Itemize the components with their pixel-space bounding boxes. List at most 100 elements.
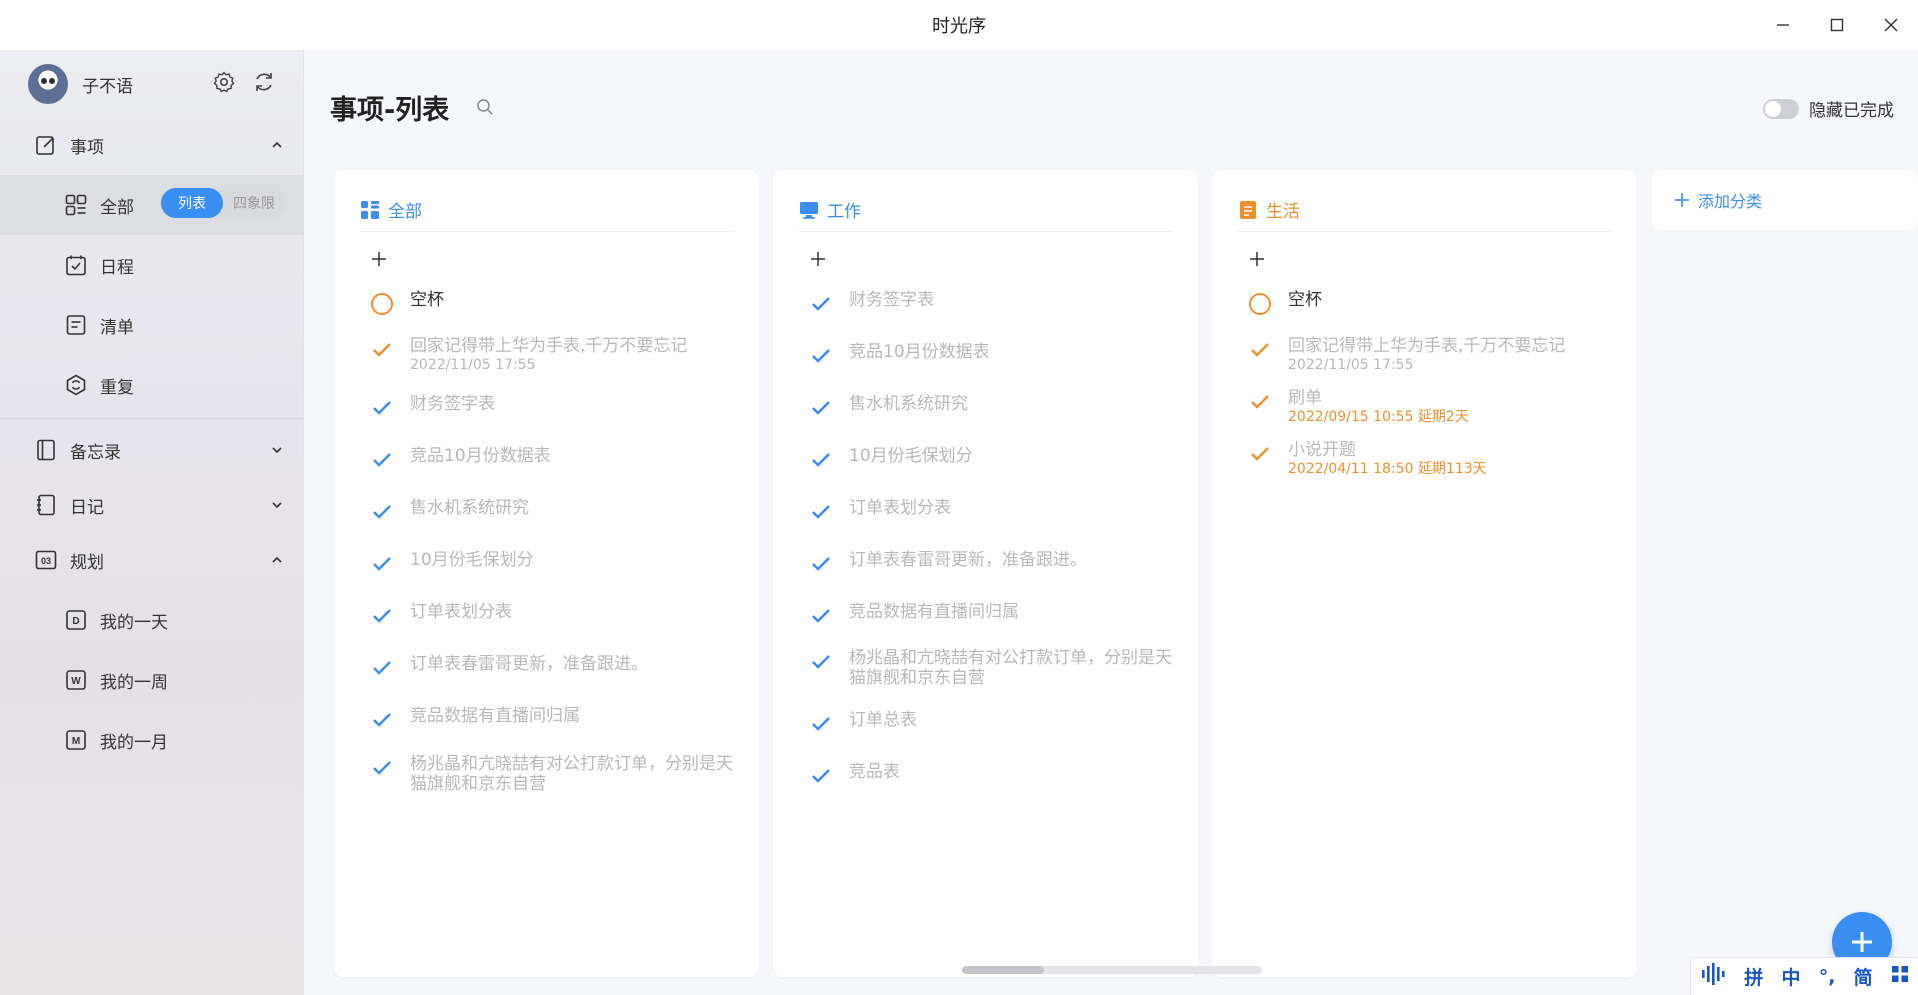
task-item[interactable]: 回家记得带上华为手表,千万不要忘记 2022/11/05 17:55 <box>1248 336 1618 374</box>
task-item[interactable]: 订单表春雷哥更新，准备跟进。 <box>809 550 1179 576</box>
avatar[interactable] <box>28 64 68 104</box>
task-item[interactable]: 竞品表 <box>809 762 1179 788</box>
hide-completed: 隐藏已完成 <box>1763 96 1894 121</box>
task-item[interactable]: 10月份毛保划分 <box>809 446 1179 472</box>
task-item[interactable]: 财务签字表 <box>809 290 1179 316</box>
task-item[interactable]: 10月份毛保划分 <box>370 550 740 576</box>
check-blue-icon[interactable] <box>809 448 833 472</box>
check-blue-icon[interactable] <box>809 764 833 788</box>
check-blue-icon[interactable] <box>809 712 833 736</box>
task-item[interactable]: 订单总表 <box>809 710 1179 736</box>
ime-punctuation[interactable]: °, <box>1819 966 1836 988</box>
planning-03-icon: 03 <box>34 548 58 572</box>
check-blue-icon[interactable] <box>370 756 394 780</box>
task-item[interactable]: 财务签字表 <box>370 394 740 420</box>
task-title: 空杯 <box>410 290 444 310</box>
nav-matters[interactable]: 事项 <box>0 115 304 175</box>
nav-my-month[interactable]: M 我的一月 <box>0 710 304 770</box>
check-orange-icon[interactable] <box>370 338 394 362</box>
nav-all[interactable]: 全部 列表 四象限 <box>0 175 304 235</box>
task-item[interactable]: 杨兆晶和亢晓喆有对公打款订单，分别是天猫旗舰和京东自营 <box>370 754 740 794</box>
checkbox-empty-icon[interactable] <box>370 292 394 316</box>
nav-my-month-label: 我的一月 <box>100 732 168 753</box>
close-button[interactable] <box>1864 0 1918 50</box>
ime-chinese[interactable]: 中 <box>1782 963 1801 990</box>
task-item[interactable]: 刷单 2022/09/15 10:55 延期2天 <box>1248 388 1618 426</box>
task-item[interactable]: 竞品10月份数据表 <box>370 446 740 472</box>
check-blue-icon[interactable] <box>370 552 394 576</box>
svg-text:W: W <box>71 676 81 687</box>
title-bar: 时光序 <box>0 0 1918 50</box>
profile-actions <box>212 70 276 99</box>
sync-button[interactable] <box>252 70 276 99</box>
add-category-label: 添加分类 <box>1698 192 1763 211</box>
check-blue-icon[interactable] <box>809 604 833 628</box>
check-blue-icon[interactable] <box>370 604 394 628</box>
document-icon <box>1240 200 1256 219</box>
nav-my-day[interactable]: D 我的一天 <box>0 590 304 650</box>
maximize-button[interactable] <box>1810 0 1864 50</box>
check-blue-icon[interactable] <box>370 448 394 472</box>
check-blue-icon[interactable] <box>370 500 394 524</box>
divider <box>0 418 304 419</box>
task-title: 竞品表 <box>849 762 900 782</box>
task-item[interactable]: 竞品10月份数据表 <box>809 342 1179 368</box>
nav-my-week[interactable]: W 我的一周 <box>0 650 304 710</box>
check-blue-icon[interactable] <box>809 552 833 576</box>
task-title: 回家记得带上华为手表,千万不要忘记 <box>410 336 688 356</box>
checkbox-empty-icon[interactable] <box>1248 292 1272 316</box>
check-blue-icon[interactable] <box>809 344 833 368</box>
search-icon[interactable] <box>476 98 494 116</box>
nav-schedule[interactable]: 日程 <box>0 235 304 295</box>
check-orange-icon[interactable] <box>1248 390 1272 414</box>
horizontal-scrollbar[interactable] <box>962 966 1262 974</box>
add-task-button[interactable] <box>370 250 394 274</box>
task-item[interactable]: 小说开题 2022/04/11 18:50 延期113天 <box>1248 440 1618 478</box>
ime-simplified[interactable]: 简 <box>1854 963 1873 990</box>
add-task-button[interactable] <box>809 250 833 274</box>
view-quadrant-tab[interactable]: 四象限 <box>223 193 285 213</box>
check-blue-icon[interactable] <box>809 396 833 420</box>
nav-checklist[interactable]: 清单 <box>0 295 304 355</box>
task-item[interactable]: 回家记得带上华为手表,千万不要忘记 2022/11/05 17:55 <box>370 336 740 374</box>
task-item[interactable]: 售水机系统研究 <box>370 498 740 524</box>
view-list-tab[interactable]: 列表 <box>161 188 223 218</box>
edit-square-icon <box>34 133 58 157</box>
scrollbar-thumb[interactable] <box>962 966 1044 974</box>
task-item[interactable]: 空杯 <box>370 290 740 316</box>
task-title: 杨兆晶和亢晓喆有对公打款订单，分别是天猫旗舰和京东自营 <box>410 754 733 794</box>
settings-button[interactable] <box>212 70 236 99</box>
check-blue-icon[interactable] <box>370 708 394 732</box>
window-title: 时光序 <box>932 16 986 37</box>
voice-icon[interactable] <box>1700 961 1726 992</box>
nav-planning[interactable]: 03 规划 <box>0 530 304 590</box>
task-item[interactable]: 订单表春雷哥更新，准备跟进。 <box>370 654 740 680</box>
add-task-button[interactable] <box>1248 250 1272 274</box>
check-orange-icon[interactable] <box>1248 442 1272 466</box>
check-orange-icon[interactable] <box>1248 338 1272 362</box>
check-blue-icon[interactable] <box>809 292 833 316</box>
minimize-button[interactable] <box>1756 0 1810 50</box>
column-title: 生活 <box>1266 202 1300 222</box>
task-overdue-date: 2022/04/11 18:50 延期113天 <box>1288 461 1487 477</box>
check-blue-icon[interactable] <box>809 500 833 524</box>
task-item[interactable]: 竞品数据有直播间归属 <box>370 706 740 732</box>
check-blue-icon[interactable] <box>370 396 394 420</box>
nav-repeat[interactable]: 重复 <box>0 355 304 415</box>
check-blue-icon[interactable] <box>809 650 833 674</box>
nav-diary[interactable]: 日记 <box>0 475 304 535</box>
check-blue-icon[interactable] <box>370 656 394 680</box>
task-item[interactable]: 杨兆晶和亢晓喆有对公打款订单，分别是天猫旗舰和京东自营 <box>809 648 1179 688</box>
task-item[interactable]: 订单表划分表 <box>370 602 740 628</box>
plus-icon <box>1852 932 1872 952</box>
nav-memo[interactable]: 备忘录 <box>0 420 304 480</box>
column-work: 工作 财务签字表 竞品10月份数据表 售水机系统研究 10月份毛保划分 订单表划… <box>773 170 1198 977</box>
ime-menu-icon[interactable] <box>1891 965 1909 988</box>
hide-completed-toggle[interactable] <box>1763 98 1799 119</box>
task-item[interactable]: 竞品数据有直播间归属 <box>809 602 1179 628</box>
task-item[interactable]: 订单表划分表 <box>809 498 1179 524</box>
task-item[interactable]: 售水机系统研究 <box>809 394 1179 420</box>
task-item[interactable]: 空杯 <box>1248 290 1618 316</box>
add-category-button[interactable]: 添加分类 <box>1652 170 1918 230</box>
ime-pinyin[interactable]: 拼 <box>1744 963 1763 990</box>
